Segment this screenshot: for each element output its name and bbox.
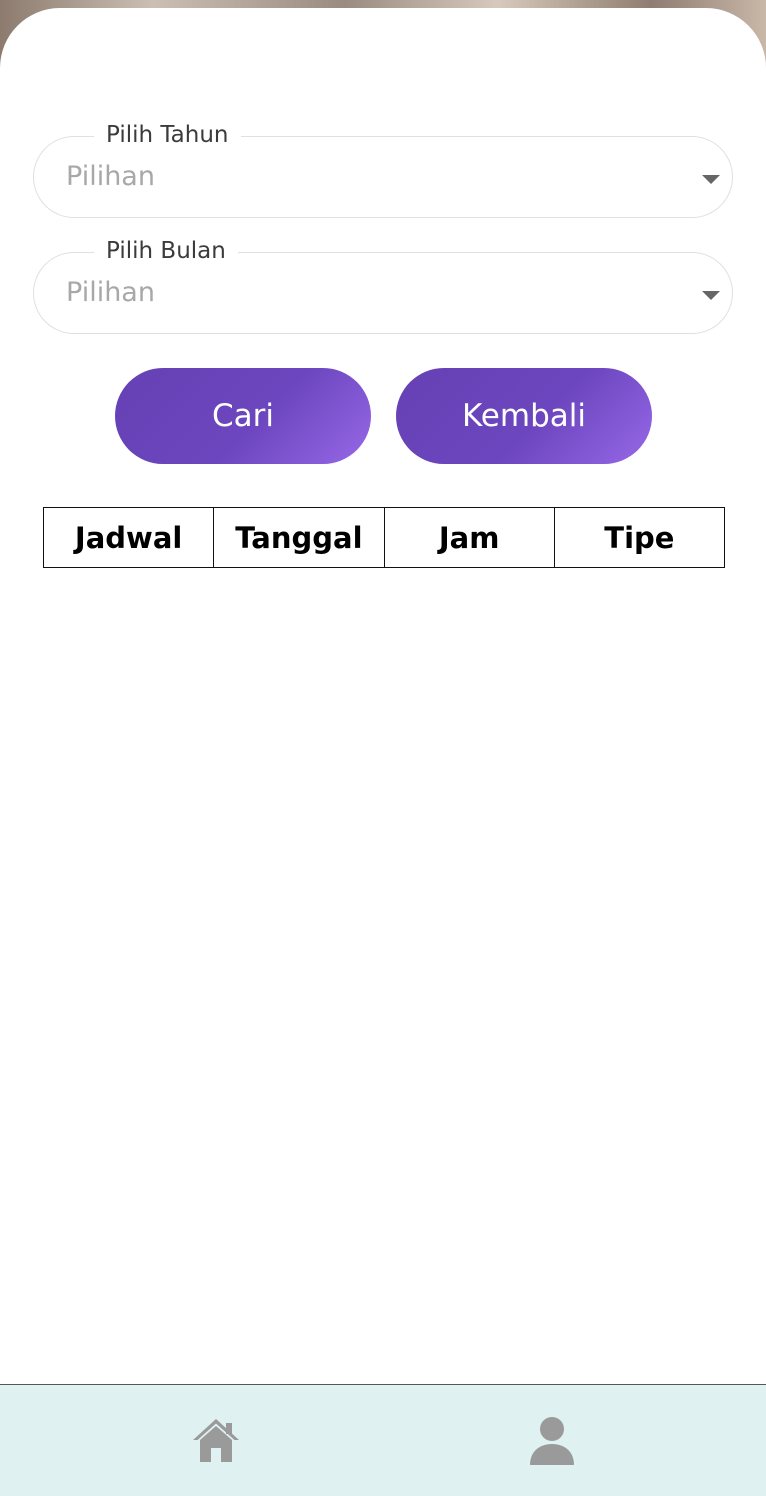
year-select[interactable]: Pilih Tahun Pilihan: [33, 122, 733, 218]
bottom-navigation: [0, 1384, 766, 1496]
back-button[interactable]: Kembali: [396, 368, 652, 464]
year-select-value: Pilihan: [66, 161, 155, 192]
month-select-label: Pilih Bulan: [94, 238, 238, 264]
month-select-value: Pilihan: [66, 277, 155, 308]
table-header-jadwal: Jadwal: [43, 507, 215, 568]
year-select-label: Pilih Tahun: [94, 122, 241, 148]
table-header-tanggal: Tanggal: [213, 507, 385, 568]
table-header-jam: Jam: [383, 507, 555, 568]
home-icon[interactable]: [190, 1415, 242, 1467]
search-button[interactable]: Cari: [115, 368, 371, 464]
main-card: Pilih Tahun Pilihan Pilih Bulan Pilihan: [0, 8, 766, 1384]
table-header-tipe: Tipe: [553, 507, 725, 568]
user-icon[interactable]: [526, 1415, 578, 1467]
dropdown-caret-icon: [702, 291, 720, 300]
month-select[interactable]: Pilih Bulan Pilihan: [33, 238, 733, 334]
dropdown-caret-icon: [702, 175, 720, 184]
schedule-table: Jadwal Tanggal Jam Tipe: [43, 507, 725, 568]
